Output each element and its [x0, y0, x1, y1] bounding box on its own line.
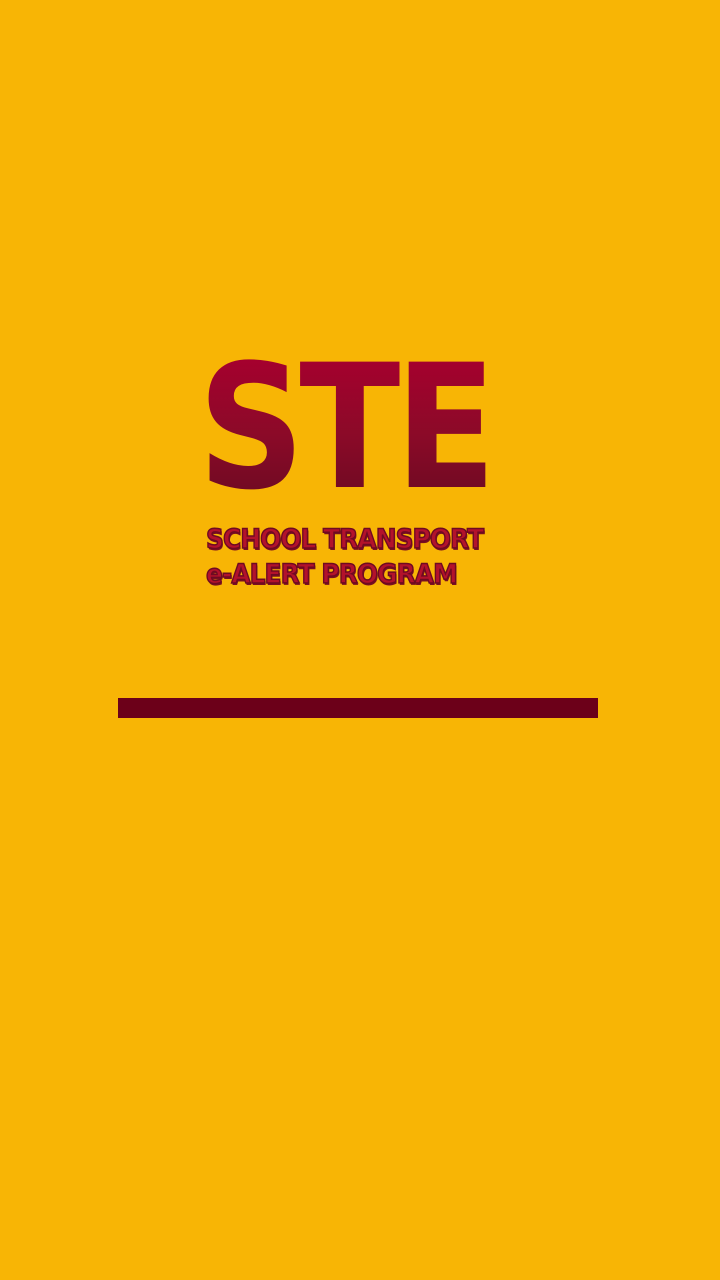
- logo-subtitle-line-2: e-ALERT PROGRAM: [205, 558, 458, 591]
- loading-progress-fill: [118, 698, 598, 718]
- logo-subtitle: SCHOOL TRANSPORT e-ALERT PROGRAM: [205, 522, 536, 592]
- logo-subtitle-line-1: SCHOOL TRANSPORT: [205, 523, 484, 556]
- app-logo: STEP SCHOOL TRANSPORT e-ALERT PROGRAM: [198, 327, 599, 596]
- logo-title: STEP: [198, 327, 599, 528]
- loading-progress-bar: [118, 698, 598, 718]
